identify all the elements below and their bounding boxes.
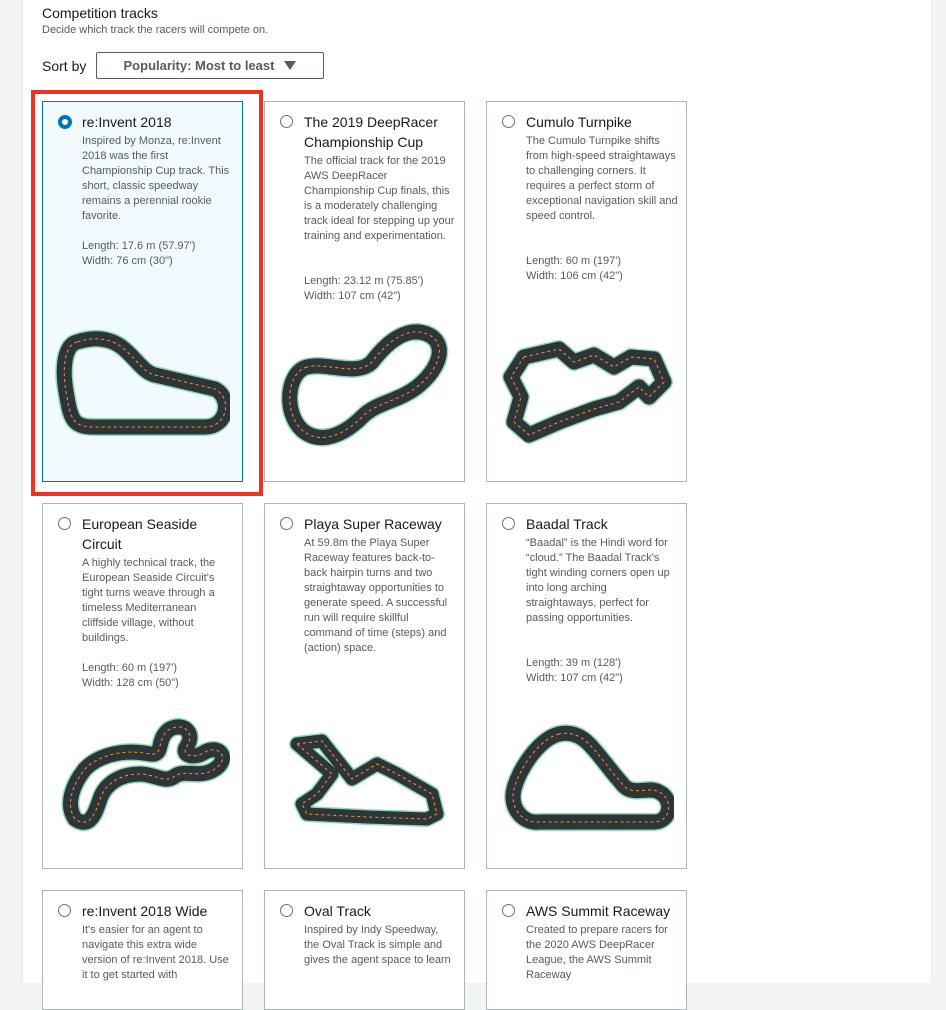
track-name: re:Invent 2018 [82,114,172,130]
track-description: “Baadal” is the Hindi word for “cloud.” … [526,537,670,624]
section-description: Decide which track the racers will compe… [42,24,269,36]
track-card-baadal-track[interactable]: Baadal Track “Baadal” is the Hindi word … [486,503,687,869]
track-name: re:Invent 2018 Wide [82,903,208,919]
radio-button[interactable] [58,517,71,530]
radio-button[interactable] [280,904,293,917]
track-width: Width: 106 cm (42") [526,270,623,282]
track-width: Width: 107 cm (42") [526,672,623,684]
track-name: Oval Track [304,903,371,919]
track-card-reinvent-2018[interactable]: re:Invent 2018 Inspired by Monza, re:Inv… [42,101,243,482]
radio-button[interactable] [58,115,72,129]
track-card-2019-championship-cup[interactable]: The 2019 DeepRacer Championship Cup The … [264,101,465,482]
sort-dropdown[interactable]: Popularity: Most to least [96,52,324,79]
track-card-reinvent-2018-wide[interactable]: re:Invent 2018 Wide It's easier for an a… [42,890,243,1010]
track-card-aws-summit-raceway[interactable]: AWS Summit Raceway Created to prepare ra… [486,890,687,1010]
track-description: Inspired by Indy Speedway, the Oval Trac… [304,924,451,966]
radio-button[interactable] [58,904,71,917]
track-description: A highly technical track, the European S… [82,557,216,644]
track-card-cumulo-turnpike[interactable]: Cumulo Turnpike The Cumulo Turnpike shif… [486,101,687,482]
track-card-playa-super-raceway[interactable]: Playa Super Raceway At 59.8m the Playa S… [264,503,465,869]
track-description: It's easier for an agent to navigate thi… [82,924,229,981]
track-length: Length: 60 m (197') [526,255,622,267]
track-width: Width: 76 cm (30") [82,255,173,267]
track-description: The Cumulo Turnpike shifts from high-spe… [526,135,678,222]
track-width: Width: 107 cm (42") [304,290,401,302]
track-length: Length: 39 m (128') [526,657,622,669]
track-description: The official track for the 2019 AWS Deep… [304,155,455,242]
track-name: Baadal Track [526,516,608,532]
track-description: Created to prepare racers for the 2020 A… [526,924,668,981]
track-map-image [61,718,230,832]
track-map-image [502,340,673,444]
track-length: Length: 60 m (197') [82,662,178,674]
radio-button[interactable] [280,115,293,128]
track-name: The 2019 DeepRacer Championship Cup [304,114,438,150]
track-width: Width: 128 cm (50") [82,677,179,689]
track-map-image [280,323,449,447]
sort-label: Sort by [42,58,87,74]
radio-button[interactable] [280,517,293,530]
track-name: AWS Summit Raceway [526,903,671,919]
track-card-oval-track[interactable]: Oval Track Inspired by Indy Speedway, th… [264,890,465,1010]
track-length: Length: 17.6 m (57.97') [82,240,196,252]
section-title: Competition tracks [42,5,158,21]
track-name: European Seaside Circuit [82,516,198,552]
track-map-image [504,724,674,832]
track-description: At 59.8m the Playa Super Raceway feature… [304,537,448,654]
track-length: Length: 23.12 m (75.85') [304,275,424,287]
caret-down-icon [284,61,297,70]
sort-selected-value: Popularity: Most to least [123,58,275,73]
track-description: Inspired by Monza, re:Invent 2018 was th… [82,135,230,222]
track-name: Playa Super Raceway [304,516,442,532]
track-map-image [289,733,445,827]
radio-button[interactable] [502,517,515,530]
track-name: Cumulo Turnpike [526,114,632,130]
track-map-image [55,329,230,436]
track-card-european-seaside-circuit[interactable]: European Seaside Circuit A highly techni… [42,503,243,869]
radio-button[interactable] [502,904,515,917]
radio-button[interactable] [502,115,515,128]
